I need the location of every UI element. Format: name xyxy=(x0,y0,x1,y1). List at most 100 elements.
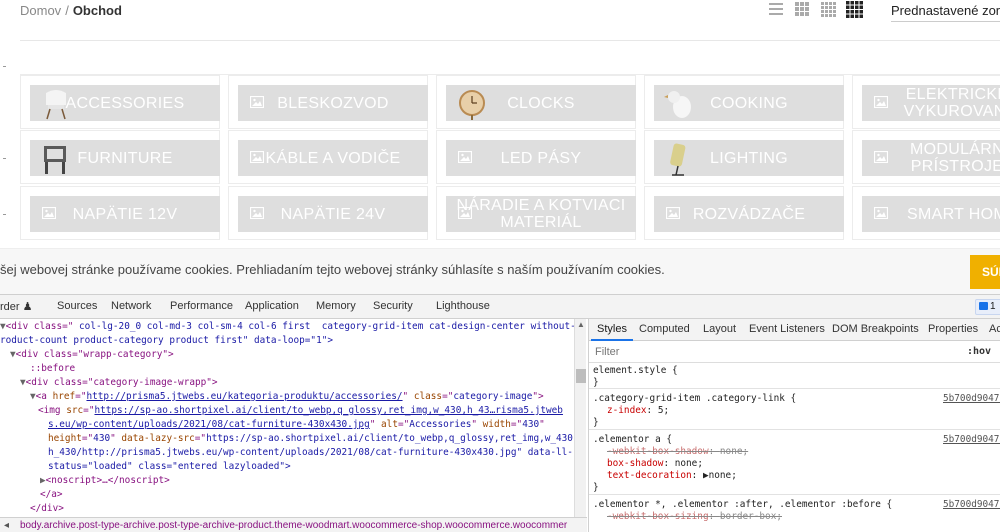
css-rule[interactable]: .elementor a { 5b700d9047! -webkit-box-s… xyxy=(589,431,1000,495)
category-card[interactable]: FURNITURE xyxy=(20,130,220,184)
category-link[interactable]: NAPÄTIE 24V xyxy=(238,196,428,232)
category-card[interactable]: NAPÄTIE 12V xyxy=(20,186,220,240)
category-card[interactable]: CLOCKS xyxy=(436,75,636,129)
category-card[interactable]: LED PÁSY xyxy=(436,130,636,184)
category-card[interactable]: SMART HOM xyxy=(852,186,1000,240)
tab-performance[interactable]: Performance xyxy=(170,300,233,312)
tab-computed[interactable]: Computed xyxy=(639,323,690,335)
tab-sources[interactable]: Sources xyxy=(57,300,97,312)
category-link[interactable]: BLESKOZVOD xyxy=(238,85,428,121)
dom-node-line[interactable]: ▼<div class="category-image-wrapp"> xyxy=(20,376,218,390)
edge-tick xyxy=(3,158,6,159)
category-link[interactable]: ROZVÁDZAČE xyxy=(654,196,844,232)
category-link[interactable]: ACCESSORIES xyxy=(30,85,220,121)
image-placeholder-icon xyxy=(249,206,265,220)
tab-event-listeners[interactable]: Event Listeners xyxy=(749,323,825,335)
category-link[interactable]: MODULÁRN PRÍSTROJE xyxy=(862,140,1000,176)
category-card[interactable]: ROZVÁDZAČE xyxy=(644,186,844,240)
category-link[interactable]: LIGHTING xyxy=(654,140,844,176)
category-label: MODULÁRN PRÍSTROJE xyxy=(910,141,1000,175)
scrollbar-thumb[interactable] xyxy=(576,369,586,383)
tab-security[interactable]: Security xyxy=(373,300,413,312)
category-link[interactable]: COOKING xyxy=(654,85,844,121)
category-card[interactable]: ACCESSORIES xyxy=(20,75,220,129)
category-card[interactable]: MODULÁRN PRÍSTROJE xyxy=(852,130,1000,184)
grid-4-icon[interactable] xyxy=(846,1,864,18)
dom-node-line: h_430/http://prisma5.jtwebs.eu/wp-conten… xyxy=(48,447,573,458)
rule-source-link[interactable]: 5b700d9047! xyxy=(943,434,1000,446)
grid-2-icon[interactable] xyxy=(794,1,812,18)
cookie-text: šej webovej stránke používame cookies. P… xyxy=(0,262,665,277)
dom-node-line[interactable]: ▼<div class=" col-lg-20_0 col-md-3 col-s… xyxy=(0,320,581,334)
rule-source-link[interactable]: 5b700d9047! xyxy=(943,499,1000,511)
cookie-bar: šej webovej stránke používame cookies. P… xyxy=(0,248,1000,294)
category-link[interactable]: ELEKTRICKÉ VYKUROVANI xyxy=(862,85,1000,121)
category-link[interactable]: NÁRADIE A KOTVIACI MATERIÁL xyxy=(446,196,636,232)
category-card[interactable]: COOKING xyxy=(644,75,844,129)
scroll-up-icon[interactable]: ▲ xyxy=(577,320,585,329)
image-placeholder-icon xyxy=(249,150,265,164)
cookie-accept-button[interactable]: SÚH xyxy=(970,255,1000,289)
category-card[interactable]: ELEKTRICKÉ VYKUROVANI xyxy=(852,75,1000,129)
dom-node-line[interactable]: ▼<div class="wrapp-category"> xyxy=(10,348,174,362)
issues-counter[interactable]: 1 xyxy=(975,299,1000,315)
category-card[interactable]: NAPÄTIE 24V xyxy=(228,186,428,240)
dom-node-line[interactable]: ▶<noscript>…</noscript> xyxy=(40,474,170,488)
elements-scrollbar[interactable]: ▲ xyxy=(574,319,586,517)
breadcrumb-home-link[interactable]: Domov xyxy=(20,3,61,18)
styles-pane: Styles Computed Layout Event Listeners D… xyxy=(588,319,1000,532)
category-card[interactable]: KÁBLE A VODIČE xyxy=(228,130,428,184)
dom-node-line[interactable]: </div> xyxy=(30,502,64,516)
dom-node-line[interactable]: </a> xyxy=(40,488,63,502)
hov-toggle[interactable]: :hov xyxy=(967,346,991,357)
image-placeholder-icon xyxy=(665,206,681,220)
devtools-tabbar: rder ♟ Sources Network Performance Appli… xyxy=(0,295,1000,319)
styles-filter[interactable]: Filter :hov xyxy=(589,341,1000,363)
dom-node-line[interactable]: ▼<a href="http://prisma5.jtwebs.eu/kateg… xyxy=(30,390,544,404)
tab-network[interactable]: Network xyxy=(111,300,151,312)
css-rule[interactable]: element.style { } xyxy=(589,363,1000,389)
pseudo-element-line[interactable]: ::before xyxy=(30,362,75,376)
recorder-icon: ♟ xyxy=(22,301,33,313)
href-link[interactable]: http://prisma5.jtwebs.eu/kategoria-produ… xyxy=(86,391,402,402)
tab-properties[interactable]: Properties xyxy=(928,323,978,335)
issues-icon xyxy=(979,302,988,311)
category-label: COOKING xyxy=(710,94,788,112)
tab-lighthouse[interactable]: Lighthouse xyxy=(436,300,490,312)
category-link[interactable]: KÁBLE A VODIČE xyxy=(238,140,428,176)
dom-node-line[interactable]: <img src="https://sp-ao.shortpixel.ai/cl… xyxy=(38,404,563,418)
divider xyxy=(20,40,1000,41)
grid-3-icon[interactable] xyxy=(820,1,838,18)
category-label: LIGHTING xyxy=(710,149,788,167)
chevron-left-icon[interactable]: ◂ xyxy=(4,520,9,531)
tab-accessibility[interactable]: Ac xyxy=(989,323,1000,335)
dom-breadcrumb-path[interactable]: body.archive.post-type-archive.post-type… xyxy=(20,520,567,531)
list-view-icon[interactable] xyxy=(768,1,786,18)
tab-application[interactable]: Application xyxy=(245,300,299,312)
dom-breadcrumb-bar[interactable]: ◂ body.archive.post-type-archive.post-ty… xyxy=(0,517,587,532)
sort-select[interactable]: Prednastavené zor xyxy=(891,0,1000,22)
category-link[interactable]: FURNITURE xyxy=(30,140,220,176)
filter-input[interactable]: Filter xyxy=(595,346,619,358)
tab-styles[interactable]: Styles xyxy=(597,323,627,335)
src-link[interactable]: https://sp-ao.shortpixel.ai/client/to_we… xyxy=(94,405,562,416)
rule-source-link[interactable]: 5b700d9047! xyxy=(943,393,1000,405)
category-card[interactable]: LIGHTING xyxy=(644,130,844,184)
category-link[interactable]: NAPÄTIE 12V xyxy=(30,196,220,232)
css-rule[interactable]: .elementor *, .elementor :after, .elemen… xyxy=(589,496,1000,532)
category-link[interactable]: LED PÁSY xyxy=(446,140,636,176)
category-link[interactable]: SMART HOM xyxy=(862,196,1000,232)
css-rule[interactable]: .category-grid-item .category-link { 5b7… xyxy=(589,390,1000,430)
category-grid: ACCESSORIES BLESKOZVOD CLOCKS COOKING ELEKTR… xyxy=(20,74,1000,240)
tab-memory[interactable]: Memory xyxy=(316,300,356,312)
tab-recorder[interactable]: rder ♟ xyxy=(0,300,33,313)
tab-dom-breakpoints[interactable]: DOM Breakpoints xyxy=(832,323,919,335)
tab-layout[interactable]: Layout xyxy=(703,323,736,335)
category-card[interactable]: BLESKOZVOD xyxy=(228,75,428,129)
category-label: LED PÁSY xyxy=(500,149,582,167)
category-label: NAPÄTIE 24V xyxy=(280,205,386,223)
category-link[interactable]: CLOCKS xyxy=(446,85,636,121)
elements-tree[interactable]: ▼<div class=" col-lg-20_0 col-md-3 col-s… xyxy=(0,319,587,517)
rule-selector: .category-grid-item .category-link { xyxy=(593,393,797,404)
category-card[interactable]: NÁRADIE A KOTVIACI MATERIÁL xyxy=(436,186,636,240)
